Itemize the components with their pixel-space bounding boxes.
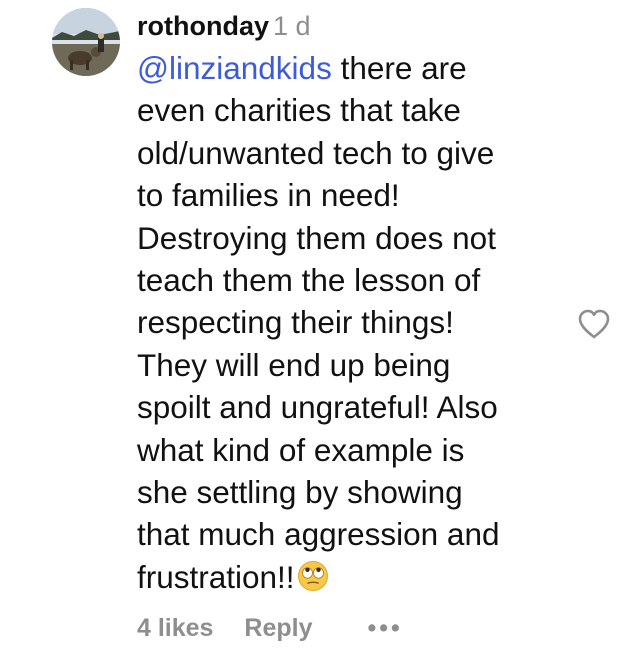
comment-line: frustration!! [137,556,557,602]
username[interactable]: rothonday [137,11,269,41]
comment-header: rothonday 1 d [137,6,557,46]
comment-line: teach them the lesson of [137,262,481,299]
comment-line: respecting their things! [137,304,454,341]
timestamp: 1 d [273,11,311,41]
comment-line: old/unwanted tech to give [137,134,495,171]
comment-line-text: there are [331,50,467,86]
comment-line: that much aggression and [137,516,500,553]
comment-line: Destroying them does not [137,219,496,256]
like-heart-icon[interactable] [577,308,611,340]
comment-actions: 4 likes Reply ••• [137,614,403,643]
avatar[interactable] [52,8,120,76]
likes-count[interactable]: 4 likes [137,614,213,643]
comment-text: @linziandkids there are even charities t… [137,47,557,602]
rolling-eyes-emoji-icon [297,560,329,602]
more-options-icon[interactable]: ••• [367,614,402,643]
comment-line: she settling by showing [137,474,463,511]
comment-line: @linziandkids there are [137,47,557,89]
reply-button[interactable]: Reply [244,614,312,643]
comment-line: to families in need! [137,177,400,214]
comment-line: They will end up being [137,346,451,383]
avatar-image [52,8,120,76]
comment-content: rothonday 1 d @linziandkids there are eve… [137,6,557,602]
comment-line-text: frustration!! [137,558,295,595]
comment: rothonday 1 d @linziandkids there are eve… [0,0,634,657]
comment-line: even charities that take [137,92,461,129]
comment-line: what kind of example is [137,431,465,468]
mention-link[interactable]: @linziandkids [137,50,332,86]
comment-line: spoilt and ungrateful! Also [137,389,498,426]
